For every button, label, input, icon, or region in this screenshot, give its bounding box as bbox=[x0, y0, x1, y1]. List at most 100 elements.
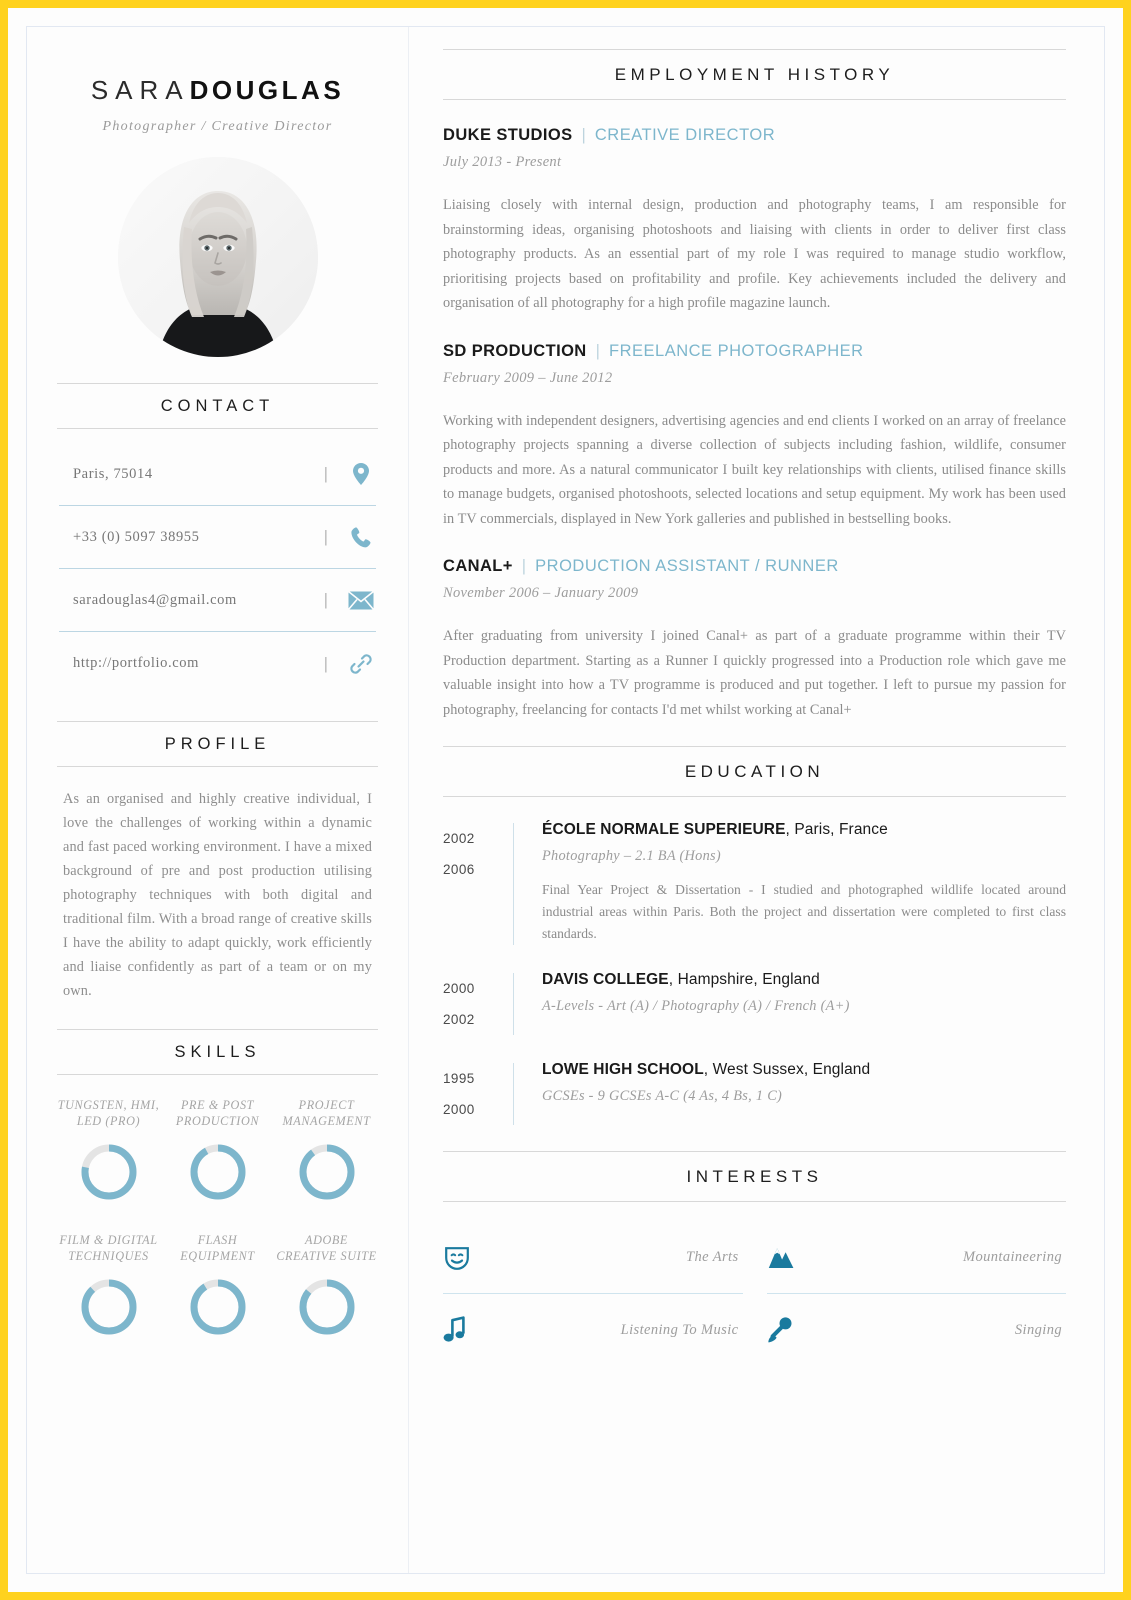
job-tagline: Photographer / Creative Director bbox=[102, 119, 333, 134]
page-frame: SARADOUGLAS Photographer / Creative Dire… bbox=[0, 0, 1131, 1600]
interests-heading: INTERESTS bbox=[443, 1151, 1066, 1202]
microphone-icon bbox=[767, 1316, 809, 1344]
skill-progress-ring bbox=[81, 1279, 136, 1335]
contact-section: CONTACT Paris, 75014 | +33 (0) 5097 3895… bbox=[57, 383, 378, 695]
education-years: 2000 2002 bbox=[443, 971, 505, 1035]
divider: | bbox=[581, 126, 586, 144]
divider: | bbox=[323, 590, 328, 609]
education-note: Final Year Project & Dissertation - I st… bbox=[542, 882, 1066, 941]
skill-item: PRE & POST PRODUCTION bbox=[166, 1097, 269, 1208]
education-school: ÉCOLE NORMALE SUPERIEURE, Paris, France bbox=[542, 821, 888, 838]
education-entry: 1995 2000 LOWE HIGH SCHOOL, West Sussex, E… bbox=[443, 1061, 1066, 1125]
skill-progress-ring bbox=[81, 1144, 136, 1200]
contact-email-value: saradouglas4@gmail.com bbox=[73, 591, 237, 608]
employment-description: Working with independent designers, adve… bbox=[443, 412, 1066, 527]
education-details: ÉCOLE NORMALE SUPERIEURE, Paris, France P… bbox=[542, 821, 1066, 945]
employment-description: After graduating from university I joine… bbox=[443, 628, 1066, 718]
employment-entry: DUKE STUDIOS | CREATIVE DIRECTOR July 2013 … bbox=[443, 126, 1066, 316]
contact-item-phone[interactable]: +33 (0) 5097 38955 | bbox=[59, 506, 376, 569]
employment-entry-header: CANAL+ | PRODUCTION ASSISTANT / RUNNER bbox=[443, 557, 1066, 576]
education-start-year: 2002 bbox=[443, 831, 475, 846]
education-details: DAVIS COLLEGE, Hampshire, England A-Level… bbox=[542, 971, 1066, 1035]
music-note-icon bbox=[443, 1316, 485, 1344]
skill-item: FLASH EQUIPMENT bbox=[166, 1232, 269, 1343]
contact-item-website[interactable]: http://portfolio.com | bbox=[59, 632, 376, 695]
education-years: 1995 2000 bbox=[443, 1061, 505, 1125]
skill-progress-ring bbox=[190, 1279, 245, 1335]
education-school: DAVIS COLLEGE, Hampshire, England bbox=[542, 971, 820, 988]
interest-label: Listening To Music bbox=[620, 1321, 739, 1338]
employment-dates: July 2013 - Present bbox=[443, 154, 562, 170]
page-title: SARADOUGLAS bbox=[57, 75, 378, 106]
education-list: 2002 2006 ÉCOLE NORMALE SUPERIEURE, Paris,… bbox=[443, 821, 1066, 1125]
education-years: 2002 2006 bbox=[443, 821, 505, 945]
skill-progress-ring bbox=[299, 1279, 354, 1335]
contact-website-value: http://portfolio.com bbox=[73, 655, 199, 671]
resume-page: SARADOUGLAS Photographer / Creative Dire… bbox=[26, 26, 1105, 1574]
job-title: CREATIVE DIRECTOR bbox=[594, 126, 776, 144]
employment-entry-header: SD PRODUCTION | FREELANCE PHOTOGRAPHER bbox=[443, 342, 1066, 361]
skill-label: PROJECT MANAGEMENT bbox=[282, 1098, 371, 1128]
contact-list: Paris, 75014 | +33 (0) 5097 38955 | sara… bbox=[57, 443, 378, 695]
education-qualification: GCSEs - 9 GCSEs A-C (4 As, 4 Bs, 1 C) bbox=[542, 1088, 783, 1104]
contact-item-email[interactable]: saradouglas4@gmail.com | bbox=[59, 569, 376, 632]
employment-list: DUKE STUDIOS | CREATIVE DIRECTOR July 2013 … bbox=[443, 126, 1066, 722]
divider: | bbox=[323, 527, 328, 546]
education-end-year: 2000 bbox=[443, 1102, 475, 1117]
education-start-year: 1995 bbox=[443, 1071, 475, 1086]
skill-label: FILM & DIGITAL TECHNIQUES bbox=[59, 1233, 158, 1263]
vertical-divider bbox=[513, 823, 514, 945]
education-entry: 2002 2006 ÉCOLE NORMALE SUPERIEURE, Paris,… bbox=[443, 821, 1066, 945]
skills-heading: SKILLS bbox=[57, 1029, 378, 1075]
profile-section: PROFILE As an organised and highly creat… bbox=[57, 721, 378, 1003]
interest-label: Singing bbox=[1014, 1321, 1062, 1338]
skill-progress-ring bbox=[190, 1144, 245, 1200]
interest-item: Listening To Music bbox=[443, 1294, 743, 1366]
interest-item: Singing bbox=[767, 1294, 1067, 1366]
employment-entry: SD PRODUCTION | FREELANCE PHOTOGRAPHER Febr… bbox=[443, 342, 1066, 532]
link-icon bbox=[346, 652, 376, 676]
portrait-photo-icon bbox=[117, 157, 318, 357]
employment-description: Liaising closely with internal design, p… bbox=[443, 197, 1066, 311]
employment-dates: February 2009 – June 2012 bbox=[443, 369, 613, 386]
education-school: LOWE HIGH SCHOOL, West Sussex, England bbox=[542, 1061, 871, 1078]
location-pin-icon bbox=[346, 462, 376, 486]
contact-location-value: Paris, 75014 bbox=[73, 465, 153, 482]
employer-name: CANAL+ bbox=[443, 557, 513, 575]
divider: | bbox=[521, 557, 527, 575]
interest-label: The Arts bbox=[686, 1249, 739, 1265]
education-heading: EDUCATION bbox=[443, 746, 1066, 797]
divider: | bbox=[595, 341, 601, 360]
employment-entry-header: DUKE STUDIOS | CREATIVE DIRECTOR bbox=[443, 126, 1066, 145]
employment-heading: EMPLOYMENT HISTORY bbox=[443, 49, 1066, 100]
skill-item: TUNGSTEN, HMI, LED (PRO) bbox=[57, 1097, 160, 1208]
skill-progress-ring bbox=[299, 1144, 354, 1200]
education-details: LOWE HIGH SCHOOL, West Sussex, England GC… bbox=[542, 1061, 1066, 1125]
education-end-year: 2006 bbox=[443, 862, 475, 877]
profile-heading: PROFILE bbox=[57, 721, 378, 767]
avatar bbox=[117, 157, 318, 357]
interest-item: The Arts bbox=[443, 1222, 743, 1294]
employment-entry: CANAL+ | PRODUCTION ASSISTANT / RUNNER Nove… bbox=[443, 557, 1066, 722]
last-name: DOUGLAS bbox=[189, 75, 345, 105]
divider: | bbox=[323, 653, 328, 673]
interest-label: Mountaineering bbox=[962, 1249, 1062, 1265]
skill-label: FLASH EQUIPMENT bbox=[180, 1233, 255, 1263]
education-entry: 2000 2002 DAVIS COLLEGE, Hampshire, Englan… bbox=[443, 971, 1066, 1035]
skills-section: SKILLS TUNGSTEN, HMI, LED (PRO) PRE & POS… bbox=[57, 1029, 378, 1343]
employer-name: DUKE STUDIOS bbox=[443, 126, 573, 144]
phone-icon bbox=[346, 526, 376, 549]
education-end-year: 2002 bbox=[443, 1012, 475, 1027]
photo-container bbox=[57, 157, 378, 357]
contact-phone-value: +33 (0) 5097 38955 bbox=[73, 528, 200, 545]
mountain-icon bbox=[767, 1245, 809, 1271]
employment-dates: November 2006 – January 2009 bbox=[443, 585, 639, 601]
skill-label: TUNGSTEN, HMI, LED (PRO) bbox=[57, 1098, 160, 1128]
envelope-icon bbox=[346, 590, 376, 610]
vertical-divider bbox=[513, 973, 514, 1035]
first-name: SARA bbox=[90, 75, 190, 105]
vertical-divider bbox=[513, 1063, 514, 1125]
contact-item-location[interactable]: Paris, 75014 | bbox=[59, 443, 376, 506]
education-qualification: Photography – 2.1 BA (Hons) bbox=[542, 848, 721, 864]
skill-label: ADOBE CREATIVE SUITE bbox=[276, 1233, 377, 1263]
